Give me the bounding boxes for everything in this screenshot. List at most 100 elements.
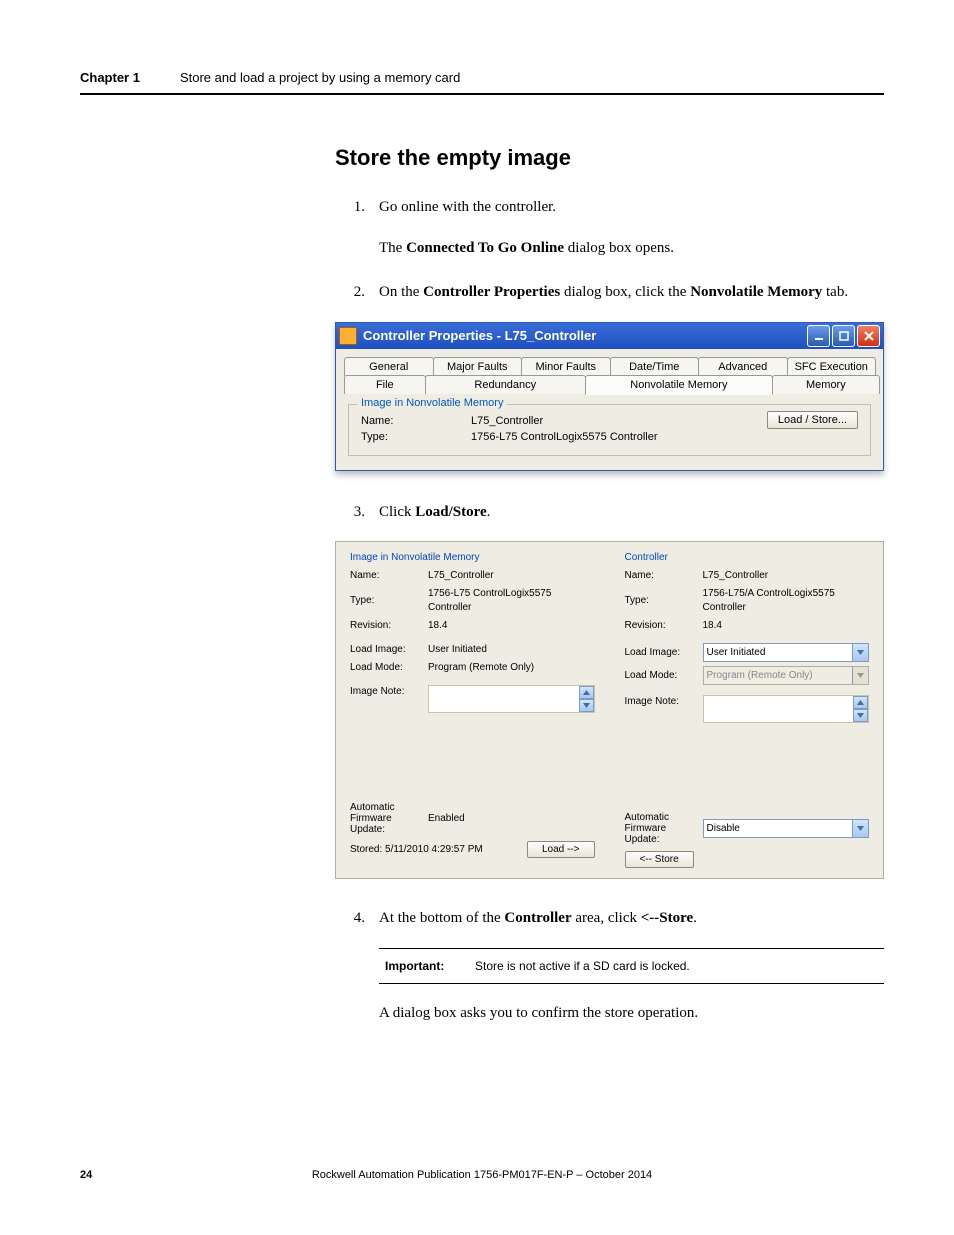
- text: .: [487, 504, 491, 520]
- controller-column: Controller Name:L75_Controller Type:1756…: [625, 552, 870, 868]
- titlebar[interactable]: Controller Properties - L75_Controller: [336, 323, 883, 349]
- type-value: 1756-L75 ControlLogix5575 Controller: [428, 587, 595, 615]
- tab-advanced[interactable]: Advanced: [698, 357, 788, 376]
- text: At the bottom of the: [379, 910, 504, 926]
- tab-minor-faults[interactable]: Minor Faults: [521, 357, 611, 376]
- tab-general[interactable]: General: [344, 357, 434, 376]
- scroll-up-icon[interactable]: [579, 686, 594, 699]
- chapter-label: Chapter 1: [80, 70, 140, 85]
- select-value: Program (Remote Only): [707, 669, 813, 683]
- bold-text: Controller: [504, 910, 571, 926]
- step-number: 1.: [335, 196, 379, 219]
- step-number: 4.: [335, 907, 379, 930]
- tab-row-2: File Redundancy Nonvolatile Memory Memor…: [344, 375, 875, 394]
- image-note-label: Image Note:: [625, 695, 703, 709]
- scroll-down-icon[interactable]: [853, 709, 868, 722]
- auto-fw-label: AutomaticFirmware Update:: [350, 802, 428, 835]
- bold-text: Controller Properties: [423, 284, 560, 300]
- step-text: Go online with the controller.: [379, 196, 884, 219]
- step-1: 1. Go online with the controller.: [335, 196, 884, 219]
- publication-info: Rockwell Automation Publication 1756-PM0…: [80, 1169, 884, 1181]
- tab-major-faults[interactable]: Major Faults: [433, 357, 523, 376]
- stored-info: Stored: 5/11/2010 4:29:57 PM: [350, 844, 483, 855]
- auto-fw-value: Enabled: [428, 812, 595, 826]
- text: .: [693, 910, 697, 926]
- type-value: 1756-L75 ControlLogix5575 Controller: [471, 431, 858, 443]
- load-image-label: Load Image:: [625, 646, 703, 660]
- tab-redundancy[interactable]: Redundancy: [425, 375, 586, 394]
- load-button[interactable]: Load -->: [527, 841, 595, 858]
- scroll-up-icon[interactable]: [853, 696, 868, 709]
- type-label: Type:: [361, 431, 471, 443]
- step-text: On the Controller Properties dialog box,…: [379, 281, 884, 304]
- step-1-sub: The Connected To Go Online dialog box op…: [379, 237, 884, 260]
- bold-text: Load/Store: [415, 504, 486, 520]
- load-mode-select: Program (Remote Only): [703, 666, 870, 685]
- chapter-title: Store and load a project by using a memo…: [180, 70, 460, 85]
- page-footer: 24 Rockwell Automation Publication 1756-…: [80, 1169, 884, 1181]
- load-store-button[interactable]: Load / Store...: [767, 411, 858, 429]
- load-image-select[interactable]: User Initiated: [703, 643, 870, 662]
- tab-sfc-execution[interactable]: SFC Execution: [787, 357, 877, 376]
- tab-nonvolatile-memory[interactable]: Nonvolatile Memory: [585, 375, 773, 395]
- page-header: Chapter 1 Store and load a project by us…: [80, 70, 884, 95]
- nvm-column: Image in Nonvolatile Memory Name:L75_Con…: [350, 552, 595, 868]
- image-note-box: [428, 685, 595, 713]
- step-4: 4. At the bottom of the Controller area,…: [335, 907, 884, 930]
- maximize-button[interactable]: [832, 325, 855, 347]
- scroll-down-icon[interactable]: [579, 699, 594, 712]
- bold-text: Nonvolatile Memory: [690, 284, 822, 300]
- text: On the: [379, 284, 423, 300]
- step-number: 3.: [335, 501, 379, 524]
- step-number: 2.: [335, 281, 379, 304]
- image-note-input[interactable]: [703, 695, 870, 723]
- bold-text: Connected To Go Online: [406, 240, 564, 256]
- note-scroll[interactable]: [853, 696, 868, 722]
- important-text: Store is not active if a SD card is lock…: [475, 959, 878, 973]
- note-scroll[interactable]: [579, 686, 594, 712]
- bold-text: <--Store: [641, 910, 693, 926]
- tab-memory[interactable]: Memory: [772, 375, 880, 394]
- load-image-label: Load Image:: [350, 643, 428, 657]
- tab-file[interactable]: File: [344, 375, 426, 394]
- text: tab.: [822, 284, 848, 300]
- load-mode-label: Load Mode:: [350, 661, 428, 675]
- text: dialog box opens.: [564, 240, 674, 256]
- titlebar-text: Controller Properties - L75_Controller: [363, 328, 807, 343]
- revision-label: Revision:: [625, 619, 703, 633]
- chevron-down-icon: [852, 644, 868, 661]
- tab-date-time[interactable]: Date/Time: [610, 357, 700, 376]
- load-mode-value: Program (Remote Only): [428, 661, 595, 675]
- type-label: Type:: [350, 594, 428, 608]
- tab-row-1: General Major Faults Minor Faults Date/T…: [344, 357, 875, 376]
- chevron-down-icon: [852, 667, 868, 684]
- type-value: 1756-L75/A ControlLogix5575 Controller: [703, 587, 870, 615]
- controller-properties-dialog: Controller Properties - L75_Controller G…: [335, 322, 884, 471]
- important-box: Important: Store is not active if a SD c…: [379, 948, 884, 984]
- text: area, click: [572, 910, 641, 926]
- text: Click: [379, 504, 415, 520]
- revision-value: 18.4: [428, 619, 595, 633]
- close-button[interactable]: [857, 325, 880, 347]
- revision-label: Revision:: [350, 619, 428, 633]
- column-title: Image in Nonvolatile Memory: [350, 552, 595, 563]
- select-value: Disable: [707, 822, 740, 836]
- load-mode-label: Load Mode:: [625, 669, 703, 683]
- closing-paragraph: A dialog box asks you to confirm the sto…: [379, 1002, 884, 1025]
- step-2: 2. On the Controller Properties dialog b…: [335, 281, 884, 304]
- image-in-nvm-group: Image in Nonvolatile Memory Load / Store…: [348, 404, 871, 456]
- auto-fw-label: AutomaticFirmware Update:: [625, 812, 703, 845]
- load-image-value: User Initiated: [428, 643, 595, 657]
- minimize-button[interactable]: [807, 325, 830, 347]
- name-value: L75_Controller: [428, 569, 595, 583]
- important-label: Important:: [385, 959, 475, 973]
- revision-value: 18.4: [703, 619, 870, 633]
- auto-fw-select[interactable]: Disable: [703, 819, 870, 838]
- group-title: Image in Nonvolatile Memory: [357, 397, 507, 409]
- select-value: User Initiated: [707, 646, 766, 660]
- text: The: [379, 240, 406, 256]
- name-value: L75_Controller: [703, 569, 870, 583]
- name-label: Name:: [625, 569, 703, 583]
- store-button[interactable]: <-- Store: [625, 851, 694, 868]
- app-icon: [339, 327, 357, 345]
